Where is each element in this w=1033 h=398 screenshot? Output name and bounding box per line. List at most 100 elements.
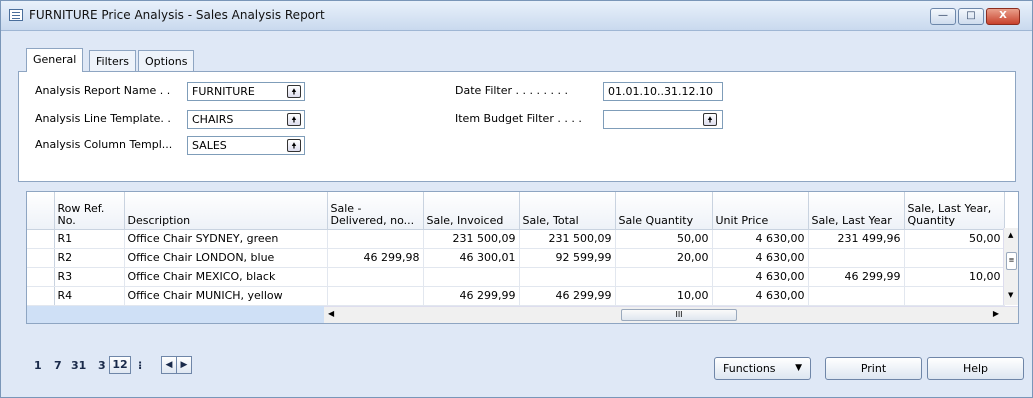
- prev-page-icon[interactable]: ◀: [161, 356, 177, 374]
- scroll-left-icon[interactable]: ◀: [328, 309, 334, 318]
- tab-filters[interactable]: Filters: [89, 50, 136, 72]
- minimize-button[interactable]: —: [930, 8, 956, 25]
- pager-item[interactable]: 3: [98, 359, 106, 372]
- cell-sale-quantity[interactable]: [615, 267, 713, 287]
- row-selector[interactable]: [27, 248, 55, 268]
- cell-sale-last-year-quantity[interactable]: [904, 286, 1005, 306]
- pager-current-page[interactable]: 12: [109, 356, 131, 374]
- item-budget-filter-label: Item Budget Filter . . . .: [455, 112, 582, 125]
- report-window: FURNITURE Price Analysis - Sales Analysi…: [0, 0, 1033, 398]
- table-row[interactable]: R2 Office Chair LONDON, blue 46 299,98 4…: [27, 248, 1005, 268]
- general-tab-panel: Analysis Report Name . . FURNITURE 🠝 Ana…: [18, 71, 1016, 182]
- window-title: FURNITURE Price Analysis - Sales Analysi…: [29, 8, 325, 22]
- cell-unit-price[interactable]: 4 630,00: [712, 267, 809, 287]
- row-selector[interactable]: [27, 267, 55, 287]
- cell-sale-quantity[interactable]: 10,00: [615, 286, 713, 306]
- horizontal-scrollbar[interactable]: ◀ III ▶: [324, 306, 1018, 323]
- help-button[interactable]: Help: [927, 357, 1024, 380]
- cell-sale-last-year[interactable]: 231 499,96: [808, 229, 905, 249]
- table-row[interactable]: R4 Office Chair MUNICH, yellow 46 299,99…: [27, 286, 1005, 306]
- analysis-line-template-label: Analysis Line Template. .: [35, 112, 171, 125]
- tab-options[interactable]: Options: [138, 50, 195, 72]
- title-bar: FURNITURE Price Analysis - Sales Analysi…: [1, 1, 1032, 31]
- col-sale-quantity[interactable]: Sale Quantity: [615, 192, 713, 230]
- table-row[interactable]: R1 Office Chair SYDNEY, green 231 500,09…: [27, 229, 1005, 249]
- cell-sale-invoiced[interactable]: 46 299,99: [423, 286, 520, 306]
- tab-general[interactable]: General: [26, 48, 84, 72]
- cell-sale-total[interactable]: 231 500,09: [519, 229, 616, 249]
- report-app-icon: [9, 9, 23, 21]
- analysis-column-template-label: Analysis Column Templ...: [35, 138, 173, 151]
- vertical-scrollbar[interactable]: ▲ ≡ ▼: [1003, 228, 1018, 305]
- cell-sale-invoiced[interactable]: 46 300,01: [423, 248, 520, 268]
- lookup-arrow-icon[interactable]: 🠝: [703, 113, 717, 126]
- cell-sale-invoiced[interactable]: 231 500,09: [423, 229, 520, 249]
- col-sale-total[interactable]: Sale, Total: [519, 192, 616, 230]
- cell-sale-last-year[interactable]: [808, 286, 905, 306]
- cell-description[interactable]: Office Chair LONDON, blue: [124, 248, 328, 268]
- cell-sale-delivered[interactable]: [327, 229, 424, 249]
- cell-sale-last-year-quantity[interactable]: 50,00: [904, 229, 1005, 249]
- col-unit-price[interactable]: Unit Price: [712, 192, 809, 230]
- date-filter-field[interactable]: 01.01.10..31.12.10: [603, 82, 723, 101]
- analysis-table: Row Ref. No. Description Sale - Delivere…: [27, 192, 1005, 306]
- analysis-grid: Row Ref. No. Description Sale - Delivere…: [26, 191, 1019, 324]
- pager-item[interactable]: 7: [54, 359, 62, 372]
- table-row[interactable]: R3 Office Chair MEXICO, black 4 630,00 4…: [27, 267, 1005, 287]
- col-sale-last-year-quantity[interactable]: Sale, Last Year, Quantity: [904, 192, 1005, 230]
- scroll-thumb-icon[interactable]: ≡: [1006, 252, 1017, 270]
- dropdown-arrow-icon: ▼: [795, 363, 802, 373]
- cell-sale-invoiced[interactable]: [423, 267, 520, 287]
- cell-sale-delivered[interactable]: [327, 267, 424, 287]
- cell-sale-last-year-quantity[interactable]: 10,00: [904, 267, 1005, 287]
- row-selector[interactable]: [27, 286, 55, 306]
- close-button[interactable]: X: [986, 8, 1020, 25]
- cell-row-ref[interactable]: R4: [54, 286, 125, 306]
- lookup-arrow-icon[interactable]: 🠝: [287, 85, 301, 98]
- cell-description[interactable]: Office Chair MEXICO, black: [124, 267, 328, 287]
- grid-footer-bar: [27, 306, 324, 323]
- pager-more-icon[interactable]: ⁝: [138, 359, 142, 372]
- cell-sale-last-year-quantity[interactable]: [904, 248, 1005, 268]
- print-button[interactable]: Print: [825, 357, 922, 380]
- scroll-right-icon[interactable]: ▶: [993, 309, 999, 318]
- row-selector[interactable]: [27, 229, 55, 249]
- cell-sale-delivered[interactable]: [327, 286, 424, 306]
- col-sale-delivered[interactable]: Sale - Delivered, no...: [327, 192, 424, 230]
- grid-header-row: Row Ref. No. Description Sale - Delivere…: [27, 192, 1005, 230]
- pager-item[interactable]: 1: [34, 359, 42, 372]
- next-page-icon[interactable]: ▶: [176, 356, 192, 374]
- cell-description[interactable]: Office Chair MUNICH, yellow: [124, 286, 328, 306]
- scroll-up-icon[interactable]: ▲: [1008, 231, 1013, 239]
- horizontal-scroll-thumb[interactable]: III: [621, 309, 737, 321]
- cell-sale-total[interactable]: 92 599,99: [519, 248, 616, 268]
- lookup-arrow-icon[interactable]: 🠝: [287, 113, 301, 126]
- pager-item[interactable]: 31: [71, 359, 86, 372]
- cell-unit-price[interactable]: 4 630,00: [712, 229, 809, 249]
- col-sale-invoiced[interactable]: Sale, Invoiced: [423, 192, 520, 230]
- date-filter-label: Date Filter . . . . . . . .: [455, 84, 568, 97]
- analysis-report-name-label: Analysis Report Name . .: [35, 84, 171, 97]
- maximize-button[interactable]: □: [958, 8, 984, 25]
- cell-sale-last-year[interactable]: [808, 248, 905, 268]
- col-sale-last-year[interactable]: Sale, Last Year: [808, 192, 905, 230]
- cell-unit-price[interactable]: 4 630,00: [712, 286, 809, 306]
- cell-sale-delivered[interactable]: 46 299,98: [327, 248, 424, 268]
- row-selector-header: [27, 192, 55, 230]
- cell-unit-price[interactable]: 4 630,00: [712, 248, 809, 268]
- col-description[interactable]: Description: [124, 192, 328, 230]
- cell-sale-quantity[interactable]: 20,00: [615, 248, 713, 268]
- cell-sale-quantity[interactable]: 50,00: [615, 229, 713, 249]
- cell-row-ref[interactable]: R2: [54, 248, 125, 268]
- functions-button[interactable]: Functions ▼: [714, 357, 811, 380]
- cell-sale-total[interactable]: 46 299,99: [519, 286, 616, 306]
- cell-description[interactable]: Office Chair SYDNEY, green: [124, 229, 328, 249]
- col-row-ref-no[interactable]: Row Ref. No.: [54, 192, 125, 230]
- functions-label: Functions: [723, 362, 776, 375]
- cell-sale-total[interactable]: [519, 267, 616, 287]
- cell-row-ref[interactable]: R1: [54, 229, 125, 249]
- cell-sale-last-year[interactable]: 46 299,99: [808, 267, 905, 287]
- scroll-down-icon[interactable]: ▼: [1008, 291, 1013, 299]
- lookup-arrow-icon[interactable]: 🠝: [287, 139, 301, 152]
- cell-row-ref[interactable]: R3: [54, 267, 125, 287]
